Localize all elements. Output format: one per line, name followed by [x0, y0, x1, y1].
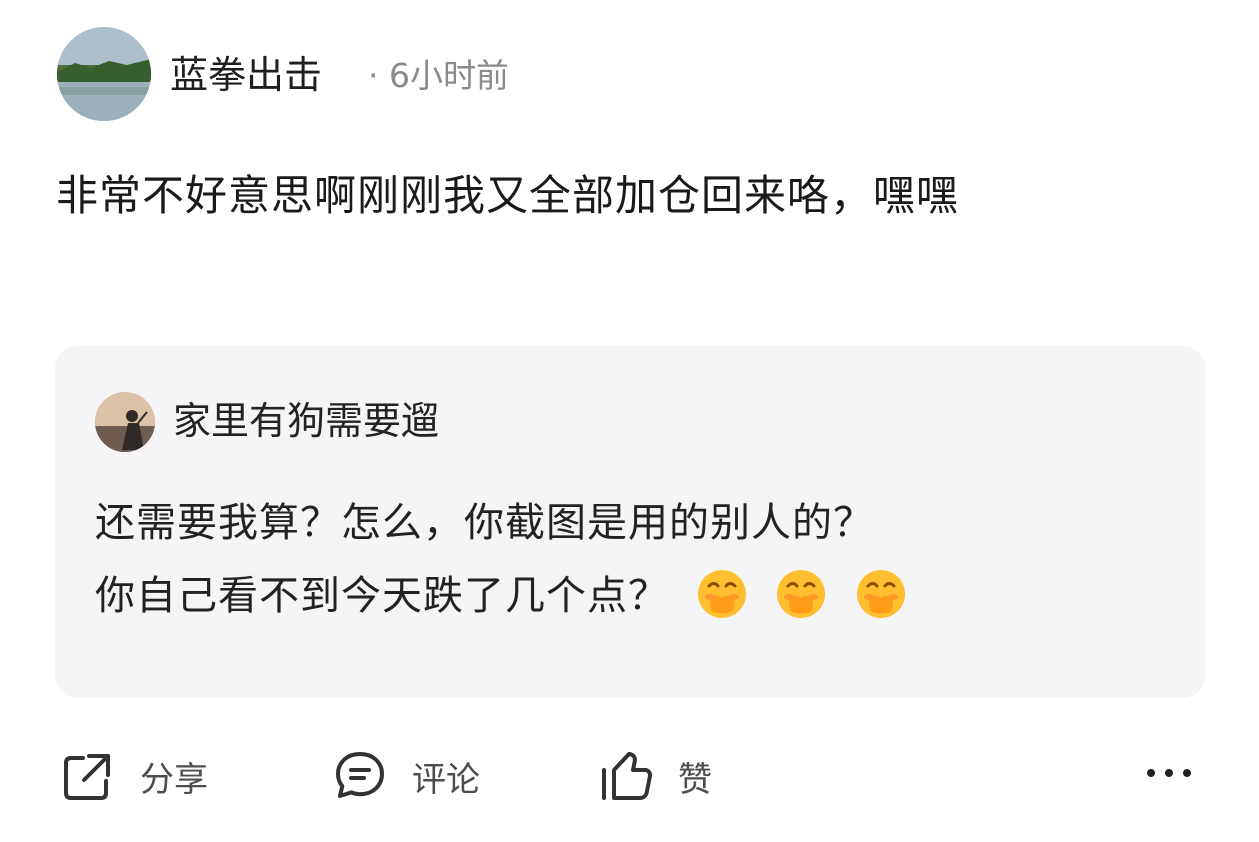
share-label: 分享 [140, 759, 208, 800]
share-icon [64, 754, 110, 800]
quoted-post-card[interactable]: 家里有狗需要遛 还需要我算？怎么，你截图是用的别人的？ 你自己看不到今天跌了几个… [55, 346, 1205, 698]
comment-label: 评论 [412, 759, 480, 800]
like-label: 赞 [678, 759, 712, 800]
comment-icon [336, 752, 384, 798]
hand-over-mouth-emoji [695, 567, 749, 621]
author-name[interactable]: 蓝拳出击 [170, 50, 322, 100]
quoted-text-line-2: 你自己看不到今天跌了几个点？ [95, 573, 669, 619]
thumbs-up-icon [602, 752, 653, 800]
quoted-post-body: 还需要我算？怎么，你截图是用的别人的？ 你自己看不到今天跌了几个点？ [95, 487, 1155, 633]
share-button[interactable]: 分享 [58, 736, 208, 816]
hand-over-mouth-emoji [854, 567, 908, 621]
quoted-author-avatar[interactable] [95, 392, 155, 452]
more-icon[interactable] [1139, 748, 1199, 798]
quoted-author-name[interactable]: 家里有狗需要遛 [173, 396, 439, 446]
like-button[interactable]: 赞 [596, 736, 712, 816]
post-time: · 6小时前 [368, 56, 509, 95]
comment-button[interactable]: 评论 [330, 736, 480, 816]
post-body: 非常不好意思啊刚刚我又全部加仓回来咯，嘿嘿 [56, 171, 960, 220]
quoted-text-line-1: 还需要我算？怎么，你截图是用的别人的？ [95, 500, 874, 546]
post-actions-bar: 分享 评论 赞 [0, 736, 1259, 816]
author-avatar[interactable] [57, 27, 151, 121]
hand-over-mouth-emoji [774, 567, 828, 621]
